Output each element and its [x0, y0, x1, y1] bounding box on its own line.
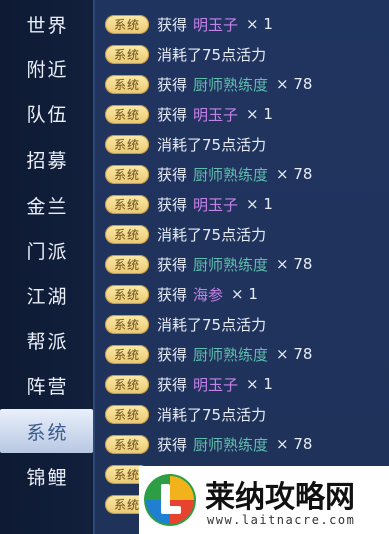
log-item-name[interactable]: 明玉子 [193, 374, 238, 395]
system-badge: 系统 [105, 344, 149, 364]
sidebar-tab-4[interactable]: 招募 [0, 137, 93, 181]
log-verb: 获得 [157, 105, 188, 124]
system-message-log[interactable]: 系统 获得 明玉子 × 1 系统 消耗了75点活力 系统 获得 厨师熟练度 × 78 系统 获得 明玉子… [93, 0, 389, 534]
log-message-text: 消耗了75点活力 [157, 225, 267, 244]
watermark: 莱纳攻略网 www.laitnacre.com [139, 466, 389, 534]
system-badge: 系统 [105, 194, 149, 214]
log-verb: 获得 [157, 195, 188, 214]
log-item-quantity: × 1 [231, 285, 258, 303]
log-item-name[interactable]: 厨师熟练度 [193, 434, 268, 455]
log-verb: 获得 [157, 15, 188, 34]
log-message-text: 消耗了75点活力 [157, 45, 267, 64]
log-verb: 获得 [157, 255, 188, 274]
log-item-name[interactable]: 厨师熟练度 [193, 74, 268, 95]
log-entry: 系统 获得 厨师熟练度 × 78 [105, 252, 312, 276]
log-item-quantity: × 1 [246, 15, 273, 33]
log-entry: 系统 获得 明玉子 × 1 [105, 372, 273, 396]
log-item-quantity: × 1 [246, 195, 273, 213]
log-item-name[interactable]: 明玉子 [193, 14, 238, 35]
log-item-quantity: × 78 [276, 435, 313, 453]
log-item-quantity: × 78 [276, 255, 313, 273]
log-entry: 系统 获得 厨师熟练度 × 78 [105, 342, 312, 366]
sidebar-tab-10[interactable]: 系统 [0, 409, 93, 453]
log-entry: 系统 消耗了75点活力 [105, 132, 266, 156]
sidebar-tab-6[interactable]: 门派 [0, 228, 93, 272]
log-entry: 系统 获得 厨师熟练度 × 78 [105, 162, 312, 186]
sidebar-tab-7[interactable]: 江湖 [0, 273, 93, 317]
log-message-text: 消耗了75点活力 [157, 135, 267, 154]
log-entry: 系统 获得 明玉子 × 1 [105, 192, 273, 216]
system-badge: 系统 [105, 434, 149, 454]
log-entry: 系统 消耗了75点活力 [105, 42, 266, 66]
log-entry: 系统 消耗了75点活力 [105, 312, 266, 336]
system-badge: 系统 [105, 44, 149, 64]
system-badge: 系统 [105, 374, 149, 394]
log-entry: 系统 获得 海参 × 1 [105, 282, 258, 306]
system-badge: 系统 [105, 134, 149, 154]
log-item-quantity: × 78 [276, 165, 313, 183]
chat-window: 世界 附近 队伍 招募 金兰 门派 江湖 帮派 阵营 系统 锦鲤 系统 获得 明玉子 × 1 系统 消耗了75… [0, 0, 389, 534]
log-message-text: 消耗了75点活力 [157, 405, 267, 424]
log-item-quantity: × 78 [276, 345, 313, 363]
log-item-name[interactable]: 海参 [193, 284, 223, 305]
log-verb: 获得 [157, 345, 188, 364]
log-item-name[interactable]: 厨师熟练度 [193, 344, 268, 365]
log-message-text: 消耗了75点活力 [157, 315, 267, 334]
watermark-url: www.laitnacre.com [207, 513, 356, 527]
log-entry: 系统 获得 厨师熟练度 × 78 [105, 432, 312, 456]
system-badge: 系统 [105, 314, 149, 334]
log-verb: 获得 [157, 285, 188, 304]
log-item-name[interactable]: 厨师熟练度 [193, 254, 268, 275]
log-item-quantity: × 1 [246, 105, 273, 123]
sidebar-tab-11[interactable]: 锦鲤 [0, 454, 93, 498]
watermark-title: 莱纳攻略网 [205, 480, 355, 515]
log-entry: 系统 获得 明玉子 × 1 [105, 102, 273, 126]
sidebar-tab-2[interactable]: 附近 [0, 46, 93, 90]
channel-sidebar: 世界 附近 队伍 招募 金兰 门派 江湖 帮派 阵营 系统 锦鲤 [0, 0, 93, 534]
log-item-name[interactable]: 厨师熟练度 [193, 164, 268, 185]
log-verb: 获得 [157, 75, 188, 94]
log-entry: 系统 消耗了75点活力 [105, 402, 266, 426]
log-item-quantity: × 1 [246, 375, 273, 393]
log-item-name[interactable]: 明玉子 [193, 194, 238, 215]
system-badge: 系统 [105, 284, 149, 304]
system-badge: 系统 [105, 14, 149, 34]
sidebar-tab-1[interactable]: 世界 [0, 2, 93, 46]
sidebar-tab-8[interactable]: 帮派 [0, 318, 93, 362]
system-badge: 系统 [105, 254, 149, 274]
sidebar-tab-3[interactable]: 队伍 [0, 91, 93, 135]
sidebar-tab-5[interactable]: 金兰 [0, 183, 93, 227]
log-verb: 获得 [157, 435, 188, 454]
log-verb: 获得 [157, 375, 188, 394]
sidebar-tab-9[interactable]: 阵营 [0, 363, 93, 407]
log-item-quantity: × 78 [276, 75, 313, 93]
log-item-name[interactable]: 明玉子 [193, 104, 238, 125]
system-badge: 系统 [105, 404, 149, 424]
system-badge: 系统 [105, 224, 149, 244]
site-logo-icon [144, 474, 196, 526]
system-badge: 系统 [105, 104, 149, 124]
log-entry: 系统 消耗了75点活力 [105, 222, 266, 246]
log-entry: 系统 获得 明玉子 × 1 [105, 12, 273, 36]
system-badge: 系统 [105, 74, 149, 94]
log-entry: 系统 获得 厨师熟练度 × 78 [105, 72, 312, 96]
system-badge: 系统 [105, 164, 149, 184]
log-verb: 获得 [157, 165, 188, 184]
